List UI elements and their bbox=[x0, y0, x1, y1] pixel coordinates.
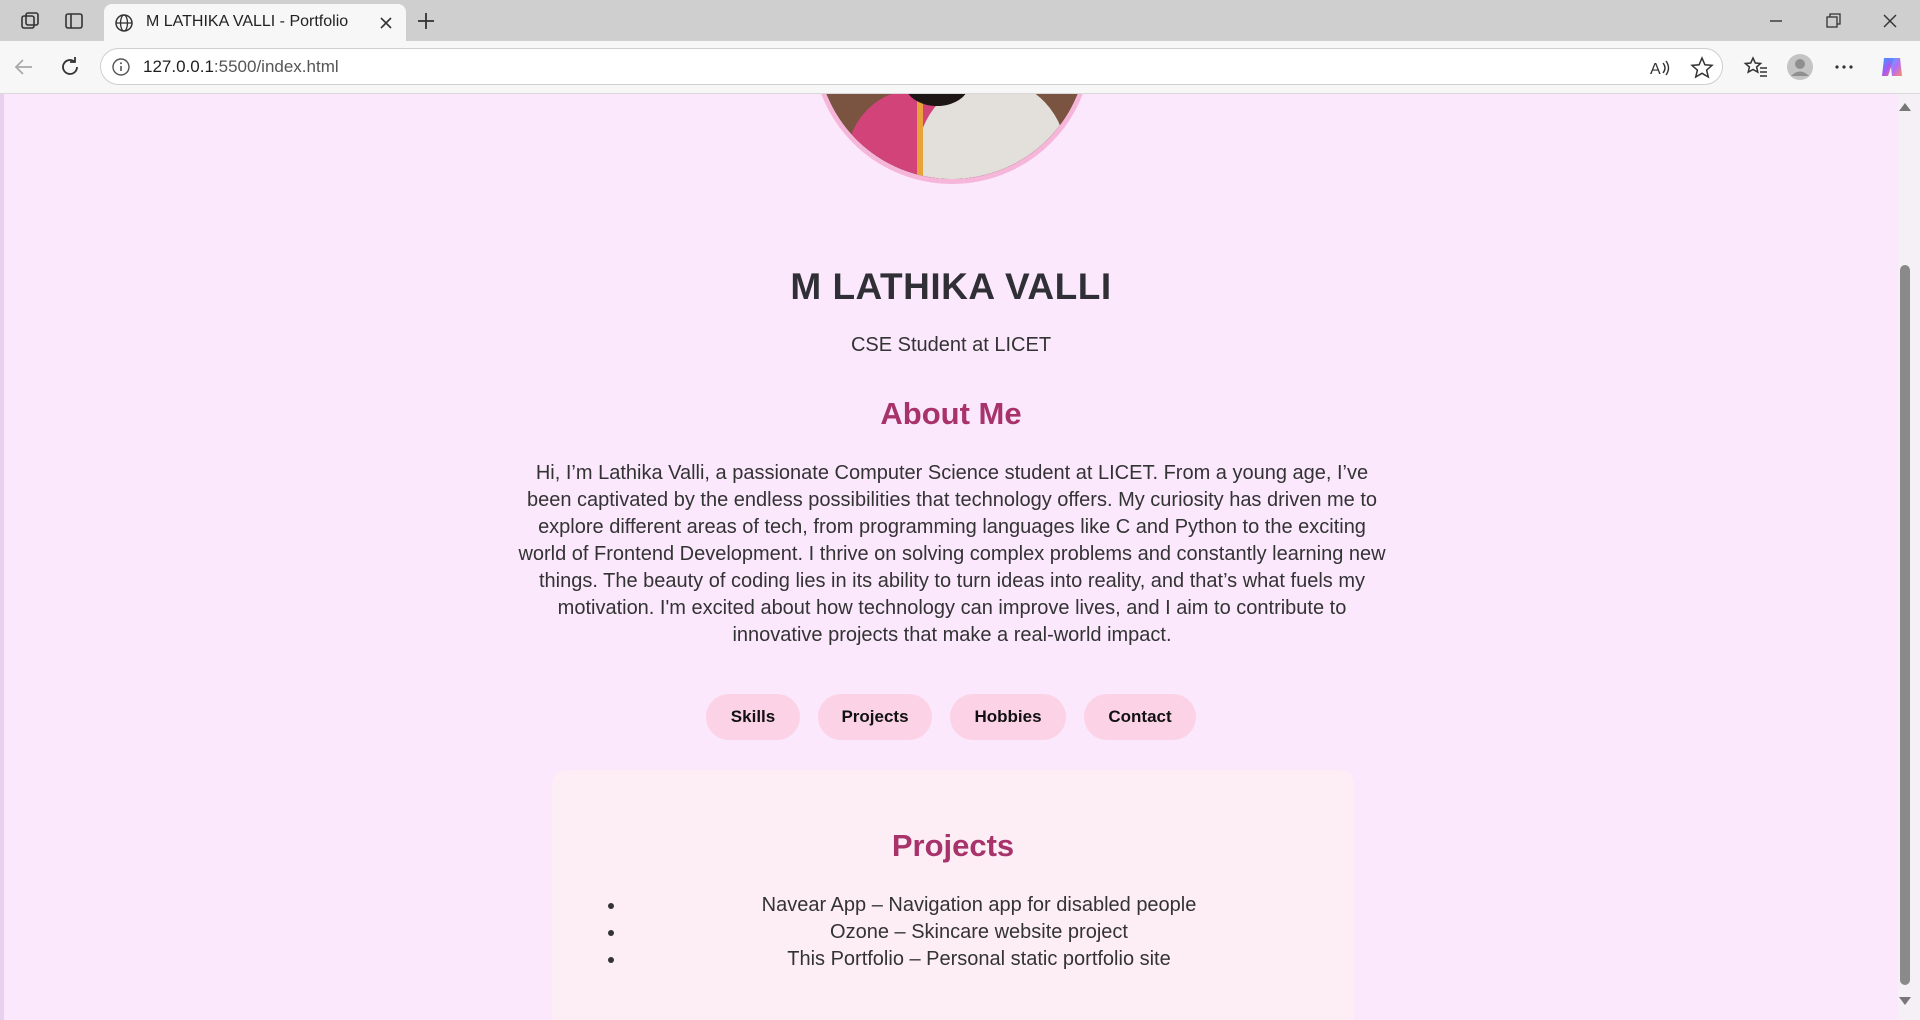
projects-heading: Projects bbox=[891, 828, 1015, 863]
browser-toolbar: 127.0.0.1:5500/index.html A bbox=[0, 41, 1920, 94]
workspaces-icon[interactable] bbox=[18, 9, 42, 33]
profile-photo bbox=[812, 94, 1092, 184]
url-path: :5500/index.html bbox=[213, 57, 339, 76]
tab-actions-icon[interactable] bbox=[62, 9, 86, 33]
url-host: 127.0.0.1 bbox=[143, 57, 214, 76]
profile-icon[interactable] bbox=[1786, 53, 1814, 81]
browser-titlebar: M LATHIKA VALLI - Portfolio bbox=[0, 0, 1920, 41]
restore-icon[interactable] bbox=[1821, 10, 1845, 32]
scrollbar-thumb[interactable] bbox=[1900, 265, 1910, 985]
nav-hobbies-button[interactable]: Hobbies bbox=[950, 694, 1066, 740]
list-item: This Portfolio – Personal static portfol… bbox=[626, 946, 1332, 973]
globe-icon bbox=[114, 13, 134, 33]
profile-subtitle: CSE Student at LICET bbox=[850, 334, 1052, 356]
scroll-up-icon[interactable] bbox=[1896, 100, 1914, 114]
about-text: Hi, I’m Lathika Valli, a passionate Comp… bbox=[518, 462, 1386, 646]
svg-text:A: A bbox=[1650, 61, 1661, 78]
section-nav: Skills Projects Hobbies Contact bbox=[4, 694, 1898, 740]
list-item: Navear App – Navigation app for disabled… bbox=[626, 892, 1332, 919]
tab-title: M LATHIKA VALLI - Portfolio bbox=[146, 13, 349, 30]
read-aloud-icon[interactable]: A bbox=[1647, 55, 1673, 81]
projects-list: Navear App – Navigation app for disabled… bbox=[602, 892, 1332, 973]
refresh-icon[interactable] bbox=[56, 53, 84, 81]
scroll-down-icon[interactable] bbox=[1896, 994, 1914, 1008]
nav-contact-button[interactable]: Contact bbox=[1084, 694, 1196, 740]
favorites-icon[interactable] bbox=[1742, 53, 1770, 81]
page-viewport: M LATHIKA VALLI CSE Student at LICET Abo… bbox=[0, 94, 1898, 1020]
nav-skills-button[interactable]: Skills bbox=[706, 694, 800, 740]
projects-card: Projects Navear App – Navigation app for… bbox=[552, 770, 1354, 1020]
minimize-icon[interactable] bbox=[1764, 10, 1788, 32]
browser-tab[interactable]: M LATHIKA VALLI - Portfolio bbox=[104, 4, 406, 41]
window-close-icon[interactable] bbox=[1878, 10, 1902, 32]
info-icon[interactable] bbox=[111, 57, 131, 77]
close-icon[interactable] bbox=[376, 13, 396, 33]
address-bar[interactable]: 127.0.0.1:5500/index.html A bbox=[100, 48, 1723, 85]
nav-projects-button[interactable]: Projects bbox=[818, 694, 932, 740]
url-text[interactable]: 127.0.0.1:5500/index.html bbox=[143, 57, 339, 77]
profile-name: M LATHIKA VALLI bbox=[790, 266, 1112, 307]
copilot-icon[interactable] bbox=[1878, 53, 1906, 81]
star-icon[interactable] bbox=[1689, 55, 1715, 81]
back-icon[interactable] bbox=[10, 53, 38, 81]
list-item: Ozone – Skincare website project bbox=[626, 919, 1332, 946]
about-heading: About Me bbox=[880, 396, 1022, 431]
more-icon[interactable] bbox=[1830, 53, 1858, 81]
plus-icon[interactable] bbox=[414, 9, 438, 33]
